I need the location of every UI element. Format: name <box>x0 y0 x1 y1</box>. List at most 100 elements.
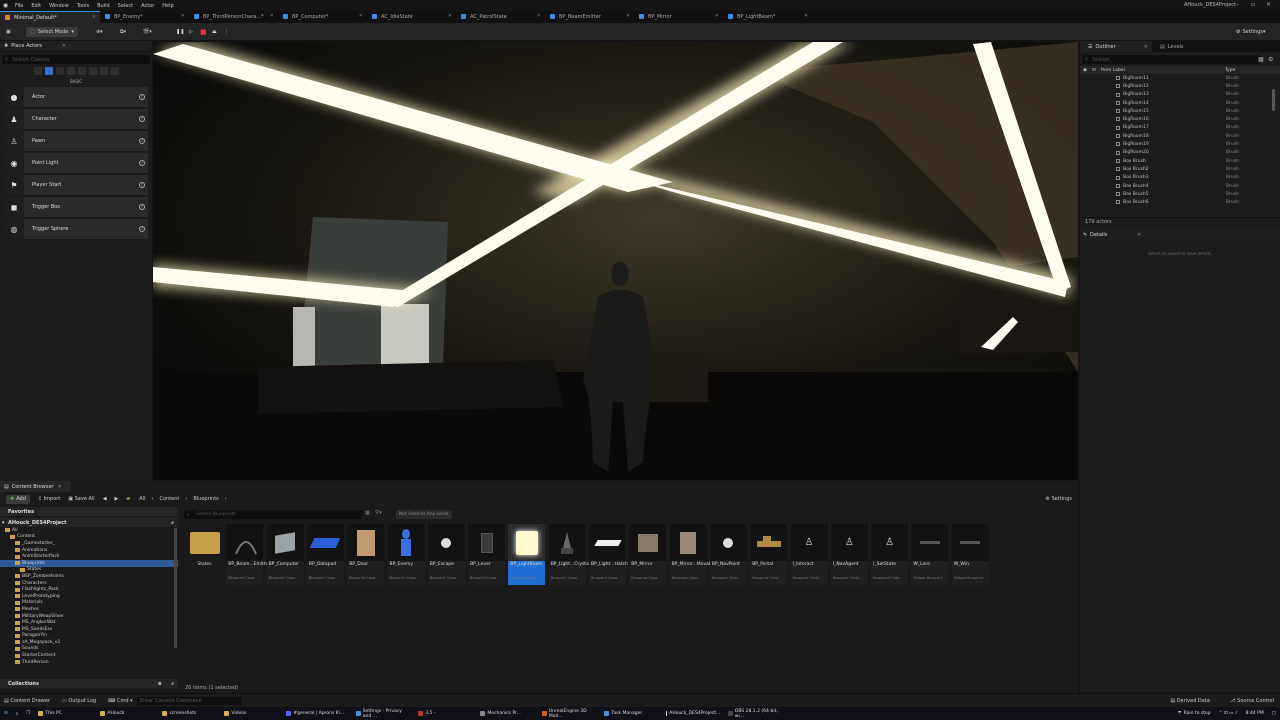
close-tab-icon[interactable]: ✕ <box>626 13 630 19</box>
task-view-icon[interactable]: ❐ <box>22 707 34 720</box>
minimize-icon[interactable]: – <box>1236 1 1239 8</box>
editor-tab[interactable]: AC_IdleState ✕ <box>367 11 456 23</box>
editor-tab[interactable]: AC_PatrolState ✕ <box>456 11 545 23</box>
taskbar-item[interactable]: AHouck_DES4Project... <box>662 707 724 720</box>
outliner-row[interactable]: BigRoom11 Brush <box>1080 74 1280 82</box>
folder-tree-item[interactable]: Animations <box>0 547 178 554</box>
save-all-button[interactable]: ▣ Save All <box>68 496 94 502</box>
help-icon[interactable]: ? <box>139 226 145 232</box>
taskbar-item[interactable]: Settings - Privacy and ... <box>352 707 414 720</box>
taskbar-item[interactable]: Videos <box>220 707 282 720</box>
asset-tile[interactable]: BP_Light...Crystal Blueprint Class <box>548 524 590 585</box>
outliner-row[interactable]: BigRoom17 Brush <box>1080 124 1280 132</box>
outliner-row[interactable]: BigRoom18 Brush <box>1080 132 1280 140</box>
close-tab-icon[interactable]: ✕ <box>448 13 452 19</box>
asset-tile[interactable]: W_Win Widget Blueprint <box>951 524 989 585</box>
tree-scrollbar[interactable] <box>174 528 177 648</box>
editor-tab[interactable]: Minimal_Default* ✕ <box>0 11 100 23</box>
pause-icon[interactable]: ❚❚ <box>176 27 184 37</box>
help-icon[interactable]: ? <box>139 182 145 188</box>
asset-tile[interactable]: BP_LightBeam Blueprint Class <box>508 524 546 585</box>
editor-tab[interactable]: BP_BeamEmitter ✕ <box>545 11 634 23</box>
folder-tile[interactable]: States <box>186 524 223 585</box>
actor-item-pawn[interactable]: ♙ Pawn? <box>4 131 148 152</box>
asset-tile[interactable]: W_Lore Widget Blueprint <box>911 524 949 585</box>
actor-item-player-start[interactable]: ⚑ Player Start? <box>4 175 148 196</box>
taskbar-item[interactable]: 3.5 - <box>414 707 476 720</box>
level-viewport[interactable] <box>153 42 1078 480</box>
search-classes-input[interactable]: ⌕ Search Classes <box>2 55 150 64</box>
search-icon[interactable]: ⌕ <box>171 520 174 526</box>
save-icon[interactable]: ▣ <box>6 27 11 37</box>
folder-tree-item[interactable]: MS_AngkorWat <box>0 619 178 626</box>
asset-tile[interactable]: ♙ I_Interact Blueprint Class <box>790 524 828 585</box>
asset-tile[interactable]: BP_Light...Hatch Blueprint Class <box>589 524 628 585</box>
outliner-row[interactable]: Box Brush4 Brush <box>1080 182 1280 190</box>
tab-outliner[interactable]: ☰ Outliner ✕ <box>1080 41 1152 52</box>
actor-item-trigger-box[interactable]: ◼ Trigger Box? <box>4 197 148 218</box>
folder-tree-item[interactable]: Content <box>0 534 178 541</box>
notifications-icon[interactable]: ▢ <box>1268 707 1280 720</box>
asset-tile[interactable]: BP_NavPoint Blueprint Class <box>709 524 747 585</box>
asset-tile[interactable]: ♙ I_SetState Blueprint Class <box>871 524 909 585</box>
outliner-search-input[interactable]: ⌕ Search <box>1082 55 1260 64</box>
cinematic-filter-icon[interactable] <box>77 67 86 75</box>
cmd-button[interactable]: ⌨ Cmd ▾ <box>108 698 132 704</box>
help-icon[interactable]: ? <box>139 204 145 210</box>
asset-tile[interactable]: BP_Enemy Blueprint Class <box>387 524 425 585</box>
breadcrumb-item[interactable]: Content <box>159 496 179 502</box>
maximize-icon[interactable]: ▫ <box>1251 1 1255 8</box>
taskbar-item[interactable]: #general | Aprons Ki... <box>282 707 352 720</box>
outliner-row[interactable]: Box Brush Brush <box>1080 157 1280 165</box>
close-tab-icon[interactable]: ✕ <box>1137 232 1141 238</box>
weather-status[interactable]: ☂ Rain to stop <box>1174 707 1215 720</box>
menu-item-select[interactable]: Select <box>114 3 137 9</box>
import-button[interactable]: ⇩ Import <box>38 496 60 502</box>
menu-item-tools[interactable]: Tools <box>73 3 93 9</box>
taskbar-item[interactable]: UnrealEngine 3D Mod... <box>538 707 600 720</box>
asset-tile[interactable]: ♙ I_NavAgent Blueprint Class <box>830 524 868 585</box>
visibility-eye-icon[interactable]: ◉ <box>1083 68 1087 73</box>
lock-icon[interactable]: ⊡ <box>1092 68 1096 73</box>
column-type-header[interactable]: Type <box>1225 68 1235 73</box>
asset-tile[interactable]: BP_Lever Blueprint Class <box>468 524 506 585</box>
actor-item-actor[interactable]: ● Actor? <box>4 87 148 108</box>
basic-filter-icon[interactable] <box>44 67 53 75</box>
taskbar-item[interactable]: Task Manager <box>600 707 662 720</box>
folder-tree-item[interactable]: ThirdPerson <box>0 659 178 666</box>
folder-tree-item[interactable]: AnimStarterPack <box>0 553 178 560</box>
folder-tree-item[interactable]: Blueprints <box>0 559 178 567</box>
visual-effects-filter-icon[interactable] <box>88 67 97 75</box>
details-tab[interactable]: ✎ Details ✕ <box>1080 229 1280 240</box>
editor-tab[interactable]: BP_Computer* ✕ <box>278 11 367 23</box>
eject-icon[interactable]: ⏏ <box>212 27 217 37</box>
shapes-filter-icon[interactable] <box>66 67 75 75</box>
folder-tree-item[interactable]: _Gamestarter_ <box>0 540 178 547</box>
content-drawer-button[interactable]: ▤ Content Drawer <box>4 698 50 704</box>
editor-tab[interactable]: BP_LightBeam* ✕ <box>723 11 812 23</box>
all-classes-filter-icon[interactable] <box>110 67 119 75</box>
cinematics-icon[interactable]: 🎬▾ <box>143 27 152 37</box>
add-content-icon[interactable]: ⊕▾ <box>96 27 103 37</box>
close-tab-icon[interactable]: ✕ <box>715 13 719 19</box>
close-tab-icon[interactable]: ✕ <box>359 13 363 19</box>
actor-item-character[interactable]: ♟ Character? <box>4 109 148 130</box>
filter-icon[interactable]: ▦ <box>1258 56 1264 63</box>
close-tab-icon[interactable]: ✕ <box>181 13 185 19</box>
outliner-row[interactable]: Box Brush5 Brush <box>1080 190 1280 198</box>
menu-item-window[interactable]: Window <box>45 3 73 9</box>
breadcrumb-item[interactable]: Blueprints <box>193 496 218 502</box>
menu-item-file[interactable]: File <box>11 3 27 9</box>
add-collection-icon[interactable]: ⊕ <box>158 681 162 687</box>
folder-tree-item[interactable]: Sounds <box>0 646 178 653</box>
asset-tile[interactable]: BP_Portal Blueprint Class <box>750 524 788 585</box>
viewport-scene[interactable] <box>153 42 1078 480</box>
asset-search-input[interactable]: ⌕ Search Blueprints <box>184 510 362 519</box>
outliner-scrollbar[interactable] <box>1272 89 1275 111</box>
actor-item-trigger-sphere[interactable]: ◍ Trigger Sphere? <box>4 219 148 240</box>
asset-tile[interactable]: BP_Beam...Emitter Blueprint Class <box>226 524 270 585</box>
folder-tree-item[interactable]: BSP_ZombieAnims <box>0 573 178 580</box>
stop-icon[interactable]: ■ <box>200 27 207 37</box>
outliner-row[interactable]: BigRoom12 Brush <box>1080 82 1280 90</box>
history-back-icon[interactable]: ◀ <box>103 496 107 502</box>
